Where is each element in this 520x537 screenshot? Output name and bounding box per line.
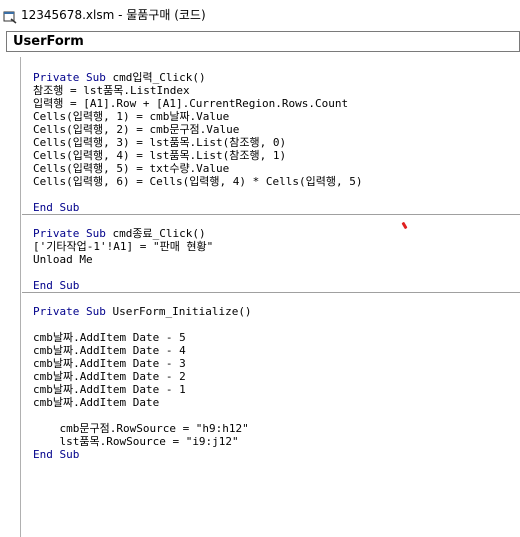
code-line[interactable]: 참조행 = lst품목.ListIndex: [33, 84, 190, 97]
procedure-separator: [22, 292, 520, 293]
code-line[interactable]: Cells(입력행, 1) = cmb날짜.Value: [33, 110, 229, 123]
proc-declaration[interactable]: Private Sub cmd종료_Click(): [33, 227, 206, 240]
code-line[interactable]: Cells(입력행, 5) = txt수량.Value: [33, 162, 229, 175]
code-line[interactable]: Unload Me: [33, 253, 93, 266]
code-line[interactable]: Cells(입력행, 3) = lst품목.List(참조행, 0): [33, 136, 286, 149]
code-line[interactable]: 입력행 = [A1].Row + [A1].CurrentRegion.Rows…: [33, 97, 348, 110]
proc-declaration[interactable]: Private Sub cmd입력_Click(): [33, 71, 206, 84]
end-sub-line[interactable]: End Sub: [33, 201, 79, 214]
code-line[interactable]: cmb날짜.AddItem Date - 2: [33, 370, 186, 383]
margin-indicator-bar[interactable]: [6, 57, 21, 537]
end-sub-line[interactable]: End Sub: [33, 448, 79, 461]
code-line[interactable]: cmb날짜.AddItem Date - 1: [33, 383, 186, 396]
code-line[interactable]: cmb날짜.AddItem Date - 5: [33, 331, 186, 344]
code-line[interactable]: ['기타작업-1'!A1] = "판매 현황": [33, 240, 213, 253]
object-selector-value: UserForm: [13, 34, 84, 49]
object-selector[interactable]: UserForm: [6, 31, 520, 52]
code-line[interactable]: Cells(입력행, 6) = Cells(입력행, 4) * Cells(입력…: [33, 175, 363, 188]
code-line[interactable]: cmb날짜.AddItem Date - 3: [33, 357, 186, 370]
proc-declaration[interactable]: Private Sub UserForm_Initialize(): [33, 305, 252, 318]
code-line[interactable]: cmb날짜.AddItem Date - 4: [33, 344, 186, 357]
code-line[interactable]: cmb문구점.RowSource = "h9:h12": [33, 422, 248, 435]
code-line[interactable]: Cells(입력행, 4) = lst품목.List(참조행, 1): [33, 149, 286, 162]
code-window-icon: [3, 11, 17, 24]
title-bar: 12345678.xlsm - 물품구매 (코드): [0, 0, 520, 30]
window-title: 12345678.xlsm - 물품구매 (코드): [21, 8, 206, 22]
code-line[interactable]: cmb날짜.AddItem Date: [33, 396, 159, 409]
procedure-separator: [22, 214, 520, 215]
code-line[interactable]: lst품목.RowSource = "i9:j12": [33, 435, 238, 448]
code-line[interactable]: Cells(입력행, 2) = cmb문구점.Value: [33, 123, 239, 136]
end-sub-line[interactable]: End Sub: [33, 279, 79, 292]
